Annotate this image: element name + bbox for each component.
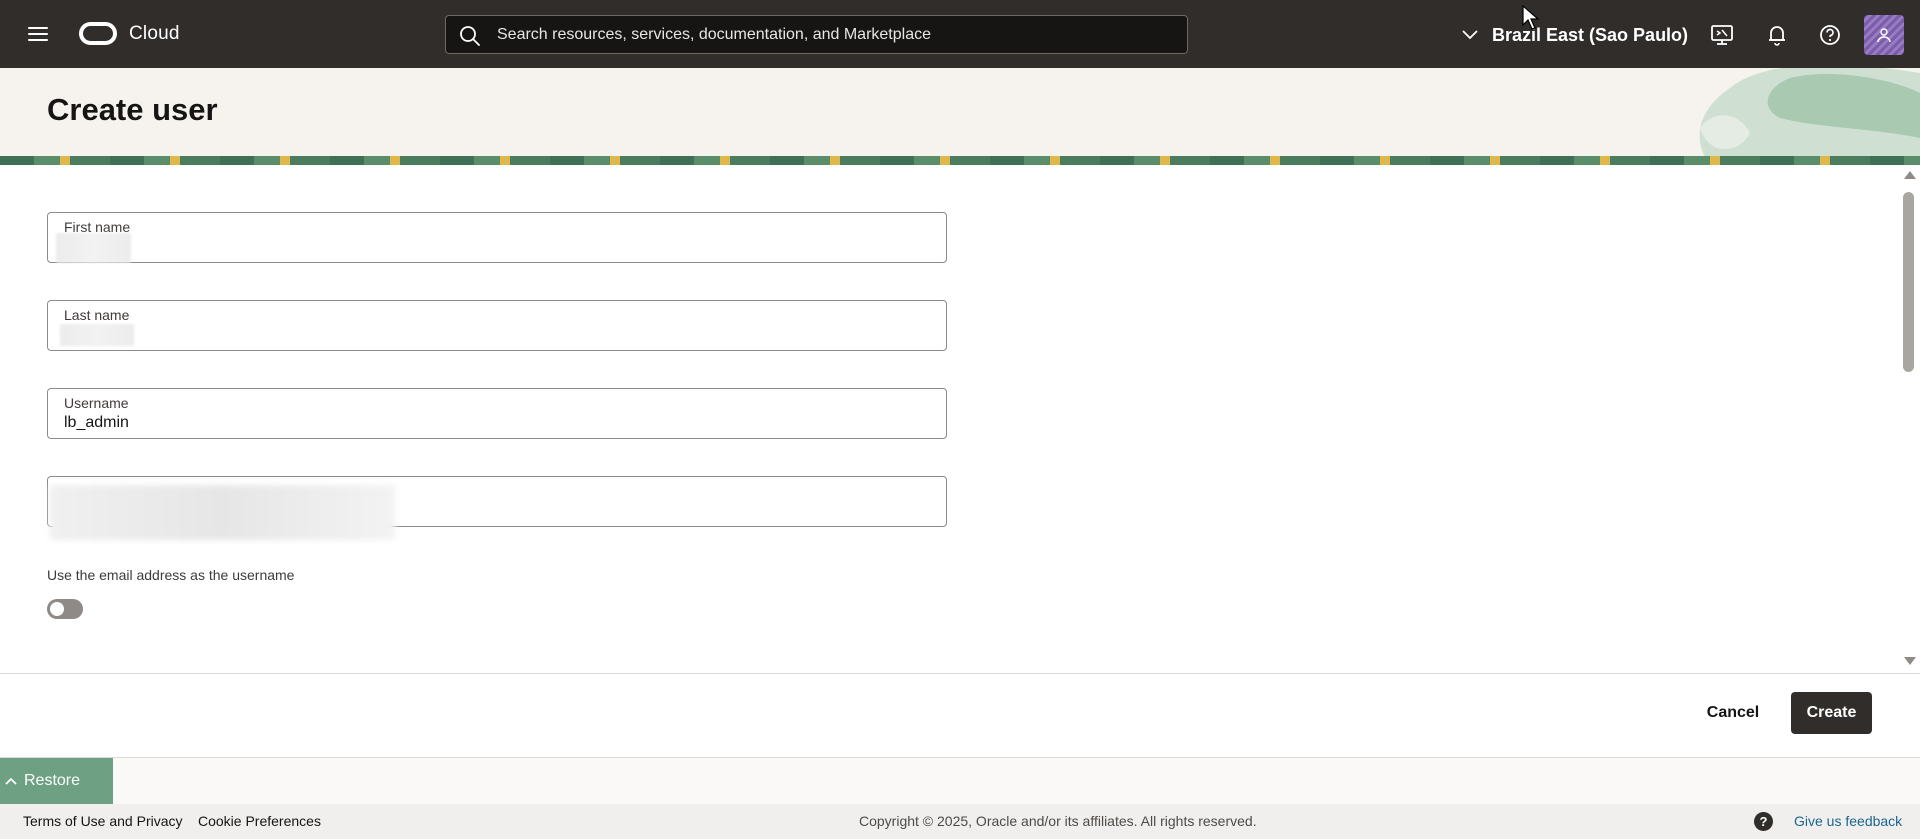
create-button[interactable]: Create: [1791, 692, 1872, 734]
restore-button[interactable]: Restore: [0, 758, 113, 804]
terms-link[interactable]: Terms of Use and Privacy: [23, 813, 183, 829]
page-footer: Terms of Use and Privacy Cookie Preferen…: [0, 804, 1920, 839]
decorative-banner-art: [1699, 68, 1920, 165]
page-header: Create user: [0, 68, 1920, 165]
chevron-up-icon: [5, 777, 17, 785]
username-value: lb_admin: [64, 414, 129, 431]
scroll-up-arrow-icon[interactable]: [1904, 171, 1916, 179]
region-selector[interactable]: Brazil East (Sao Paulo): [1460, 20, 1688, 50]
decorative-strip: [0, 156, 1920, 165]
cancel-button[interactable]: Cancel: [1690, 692, 1776, 734]
cloud-shell-icon[interactable]: [1709, 22, 1735, 48]
redacted-email: [50, 485, 395, 540]
oracle-logo-icon: [79, 22, 117, 45]
search-icon: [460, 26, 480, 46]
feedback-help-icon[interactable]: ?: [1754, 812, 1773, 831]
use-email-as-username-toggle[interactable]: [47, 599, 83, 619]
copyright-text: Copyright © 2025, Oracle and/or its affi…: [859, 813, 1257, 829]
redacted-last-name: [60, 324, 134, 346]
brand-label: Cloud: [129, 22, 180, 44]
help-icon[interactable]: [1817, 22, 1843, 48]
username-label: Username: [64, 395, 129, 411]
scroll-down-arrow-icon[interactable]: [1904, 657, 1916, 665]
create-user-form: First name Last name Username lb_admin U…: [0, 165, 1920, 673]
top-navigation-bar: Cloud Brazil East (Sao Paulo): [0, 0, 1920, 68]
page-title: Create user: [47, 92, 218, 127]
form-scrollbar[interactable]: [1900, 165, 1920, 673]
restore-label: Restore: [24, 772, 81, 789]
use-email-as-username-label: Use the email address as the username: [47, 567, 295, 583]
first-name-field[interactable]: First name: [47, 212, 947, 263]
form-action-bar: Cancel Create: [0, 673, 1920, 758]
redacted-first-name: [56, 233, 131, 263]
search-input[interactable]: [495, 16, 1175, 53]
last-name-label: Last name: [64, 307, 130, 323]
oracle-cloud-logo[interactable]: Cloud: [79, 22, 180, 45]
username-field[interactable]: Username lb_admin: [47, 388, 947, 439]
give-feedback-link[interactable]: Give us feedback: [1794, 813, 1902, 829]
user-avatar[interactable]: [1864, 15, 1904, 55]
global-search[interactable]: [445, 15, 1188, 54]
user-icon: [1877, 28, 1891, 43]
last-name-field[interactable]: Last name: [47, 300, 947, 351]
cookie-preferences-link[interactable]: Cookie Preferences: [198, 813, 321, 829]
scroll-thumb[interactable]: [1903, 192, 1914, 372]
menu-icon[interactable]: [26, 24, 50, 44]
bell-icon[interactable]: [1764, 22, 1790, 48]
chevron-down-icon: [1462, 30, 1478, 40]
mouse-pointer-icon: [1522, 5, 1540, 30]
email-field[interactable]: [47, 476, 947, 540]
toggle-knob: [50, 602, 64, 616]
